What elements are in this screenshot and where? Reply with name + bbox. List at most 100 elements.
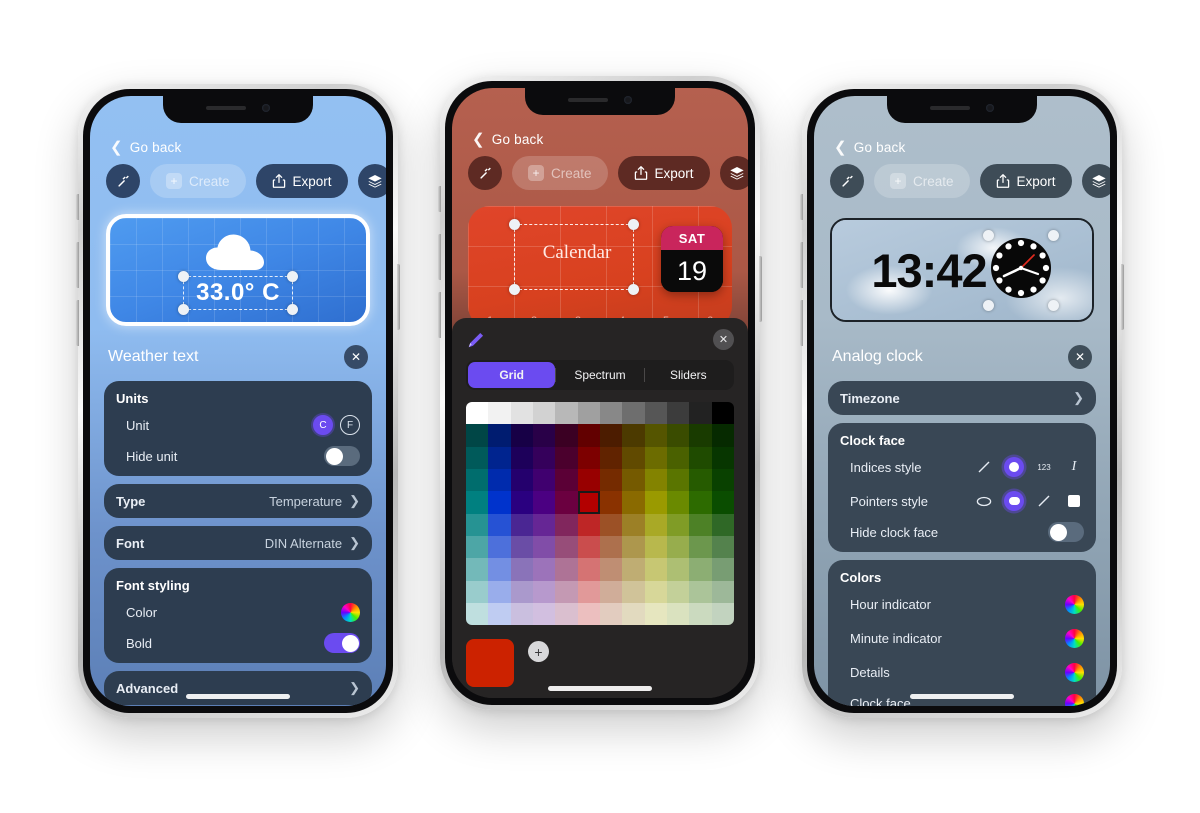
color-swatch[interactable] [600,603,623,626]
pointers-option-line[interactable] [1034,491,1054,511]
type-card[interactable]: Type Temperature ❯ [104,484,372,518]
color-swatch[interactable] [711,402,734,425]
widget-canvas-2[interactable]: Calendar SAT 19 123456 [468,206,732,328]
color-swatch[interactable] [600,491,623,514]
bold-toggle[interactable] [324,633,360,653]
color-swatch[interactable] [510,402,533,425]
color-swatch[interactable] [466,558,489,581]
volume-down-button[interactable] [800,300,803,346]
unit-option-celsius[interactable]: C [313,415,333,435]
color-swatch[interactable] [667,402,690,425]
unit-option-fahrenheit[interactable]: F [340,415,360,435]
color-swatch[interactable] [466,491,489,514]
create-button[interactable]: + Create [512,156,608,190]
color-swatch[interactable] [577,580,600,604]
resize-handle-bottom-right[interactable] [1047,299,1059,311]
color-swatch[interactable] [644,402,667,425]
color-swatch[interactable] [533,558,556,581]
font-card[interactable]: Font DIN Alternate ❯ [104,526,372,560]
home-indicator-3[interactable] [910,694,1014,699]
color-swatch[interactable] [533,491,556,514]
color-swatch[interactable] [667,424,690,447]
color-swatch[interactable] [689,603,712,626]
go-back-button-2[interactable]: ❮ Go back [472,130,543,148]
selected-color-swatch[interactable] [466,639,514,688]
color-swatch[interactable] [644,446,667,470]
tab-sliders[interactable]: Sliders [645,362,732,388]
volume-up-button[interactable] [800,242,803,288]
color-swatch[interactable] [533,446,556,470]
color-swatch[interactable] [533,424,556,447]
color-swatch[interactable] [622,513,645,537]
volume-up-button[interactable] [438,234,441,280]
color-swatch[interactable] [555,603,578,626]
home-indicator-2[interactable] [548,686,652,691]
color-swatch[interactable] [577,469,600,492]
color-swatch[interactable] [711,558,734,581]
color-swatch[interactable] [622,446,645,470]
indices-option-numbers[interactable]: 123 [1034,457,1054,477]
color-swatch[interactable] [466,402,489,425]
color-swatch[interactable] [555,513,578,537]
color-swatch[interactable] [644,424,667,447]
pointers-option-square[interactable] [1064,491,1084,511]
color-swatch[interactable] [488,558,511,581]
text-selection-box[interactable] [509,219,639,295]
volume-down-button[interactable] [76,300,79,346]
font-row[interactable]: Font DIN Alternate ❯ [116,526,360,560]
color-swatch[interactable] [667,469,690,492]
color-swatch[interactable] [577,402,600,425]
layers-button[interactable] [719,156,748,190]
build-tool-button[interactable] [106,164,140,198]
color-swatch[interactable] [488,446,511,470]
resize-handle-top-left[interactable] [982,229,994,241]
hide-clock-face-toggle[interactable] [1048,522,1084,542]
color-swatch[interactable] [622,558,645,581]
color-swatch[interactable] [555,558,578,581]
timezone-card[interactable]: Timezone ❯ [828,381,1096,415]
layers-button[interactable] [1081,164,1110,198]
power-button[interactable] [1121,264,1124,330]
color-swatch[interactable] [667,513,690,537]
create-button[interactable]: + Create [150,164,246,198]
color-swatch[interactable] [667,580,690,604]
power-button[interactable] [397,264,400,330]
export-button[interactable]: Export [617,156,710,190]
color-swatch[interactable] [622,424,645,447]
color-swatch[interactable] [644,469,667,492]
color-swatch[interactable] [533,402,556,425]
color-swatch[interactable] [488,580,511,604]
color-swatch[interactable] [711,603,734,626]
color-swatch[interactable] [555,424,578,447]
color-swatch[interactable] [488,536,511,559]
color-swatch[interactable] [510,469,533,492]
color-swatch[interactable] [510,558,533,581]
color-swatch[interactable] [555,402,578,425]
temperature-text-selection[interactable]: 33.0° C [178,271,298,315]
color-swatch[interactable] [622,536,645,559]
color-swatch[interactable] [466,424,489,447]
color-swatch[interactable] [622,491,645,514]
color-swatch[interactable] [622,580,645,604]
color-swatch[interactable] [600,446,623,470]
color-swatch[interactable] [644,513,667,537]
color-swatch[interactable] [488,424,511,447]
color-swatch[interactable] [555,580,578,604]
color-swatch[interactable] [711,424,734,447]
color-swatch[interactable] [577,536,600,559]
close-sheet-button[interactable]: ✕ [1068,345,1092,369]
color-swatch[interactable] [466,469,489,492]
color-swatch[interactable] [644,580,667,604]
home-indicator-1[interactable] [186,694,290,699]
resize-handle-bottom-right[interactable] [286,304,298,315]
type-row[interactable]: Type Temperature ❯ [116,484,360,518]
color-swatch[interactable] [711,469,734,492]
resize-handle-top-right[interactable] [1047,229,1059,241]
pointers-option-oval[interactable] [974,491,994,511]
color-swatch[interactable] [510,491,533,514]
color-swatch[interactable] [689,536,712,559]
color-swatch[interactable] [466,603,489,626]
color-swatch[interactable] [600,424,623,447]
color-swatch[interactable] [577,558,600,581]
resize-handle-top-right[interactable] [286,271,298,282]
